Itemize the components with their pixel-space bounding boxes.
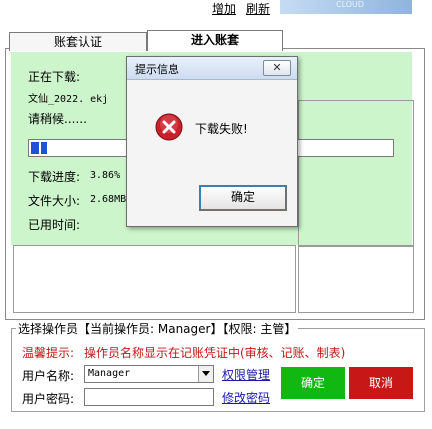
dropdown-button[interactable] — [198, 366, 213, 382]
operator-legend: 选择操作员【当前操作员: Manager】【权限: 主管】 — [16, 320, 299, 337]
dialog-title: 提示信息 — [135, 63, 179, 76]
size-value: 2.68MB — [90, 194, 127, 205]
dialog-close-button[interactable]: ✕ — [263, 60, 291, 76]
progress-fill — [31, 142, 47, 154]
username-select[interactable]: Manager — [84, 365, 214, 383]
add-link[interactable]: 增加 — [212, 0, 236, 17]
warning-label: 温馨提示: — [22, 346, 75, 360]
banner-text: CLOUD — [336, 0, 365, 9]
password-label: 用户密码: — [22, 392, 75, 406]
username-label: 用户名称: — [22, 369, 75, 383]
dialog-ok-button[interactable]: 确定 — [199, 185, 287, 211]
change-password-link[interactable]: 修改密码 — [222, 389, 270, 406]
downloading-label: 正在下载: — [28, 70, 81, 84]
progress-value: 3.86% — [90, 170, 121, 181]
alert-dialog: 提示信息 ✕ 下载失败! 确定 — [126, 56, 298, 227]
cancel-button[interactable]: 取消 — [349, 367, 413, 399]
username-value: Manager — [88, 368, 131, 379]
dialog-message: 下载失败! — [195, 122, 248, 136]
warning-text: 操作员名称显示在记账凭证中(审核、记账、制表) — [84, 346, 346, 360]
elapsed-label: 已用时间: — [28, 218, 81, 232]
permission-link[interactable]: 权限管理 — [222, 366, 270, 383]
list-pane-right — [298, 245, 414, 313]
error-icon — [155, 113, 183, 141]
progress-label: 下载进度: — [28, 170, 81, 184]
list-pane-left — [13, 245, 296, 313]
refresh-link[interactable]: 刷新 — [246, 0, 270, 17]
dialog-titlebar: 提示信息 ✕ — [127, 57, 297, 80]
tab-account-auth[interactable]: 账套认证 — [9, 32, 147, 51]
banner: CLOUD — [280, 0, 412, 14]
close-icon: ✕ — [272, 61, 282, 74]
password-input[interactable] — [84, 388, 214, 406]
download-filename: 文仙_2022. ekj — [28, 94, 109, 105]
chevron-down-icon — [202, 371, 210, 376]
wait-label: 请稍候...... — [28, 112, 87, 126]
size-label: 文件大小: — [28, 194, 81, 208]
tab-enter-account[interactable]: 进入账套 — [147, 30, 283, 51]
confirm-button[interactable]: 确定 — [281, 367, 345, 399]
right-pane-outline — [298, 100, 414, 247]
